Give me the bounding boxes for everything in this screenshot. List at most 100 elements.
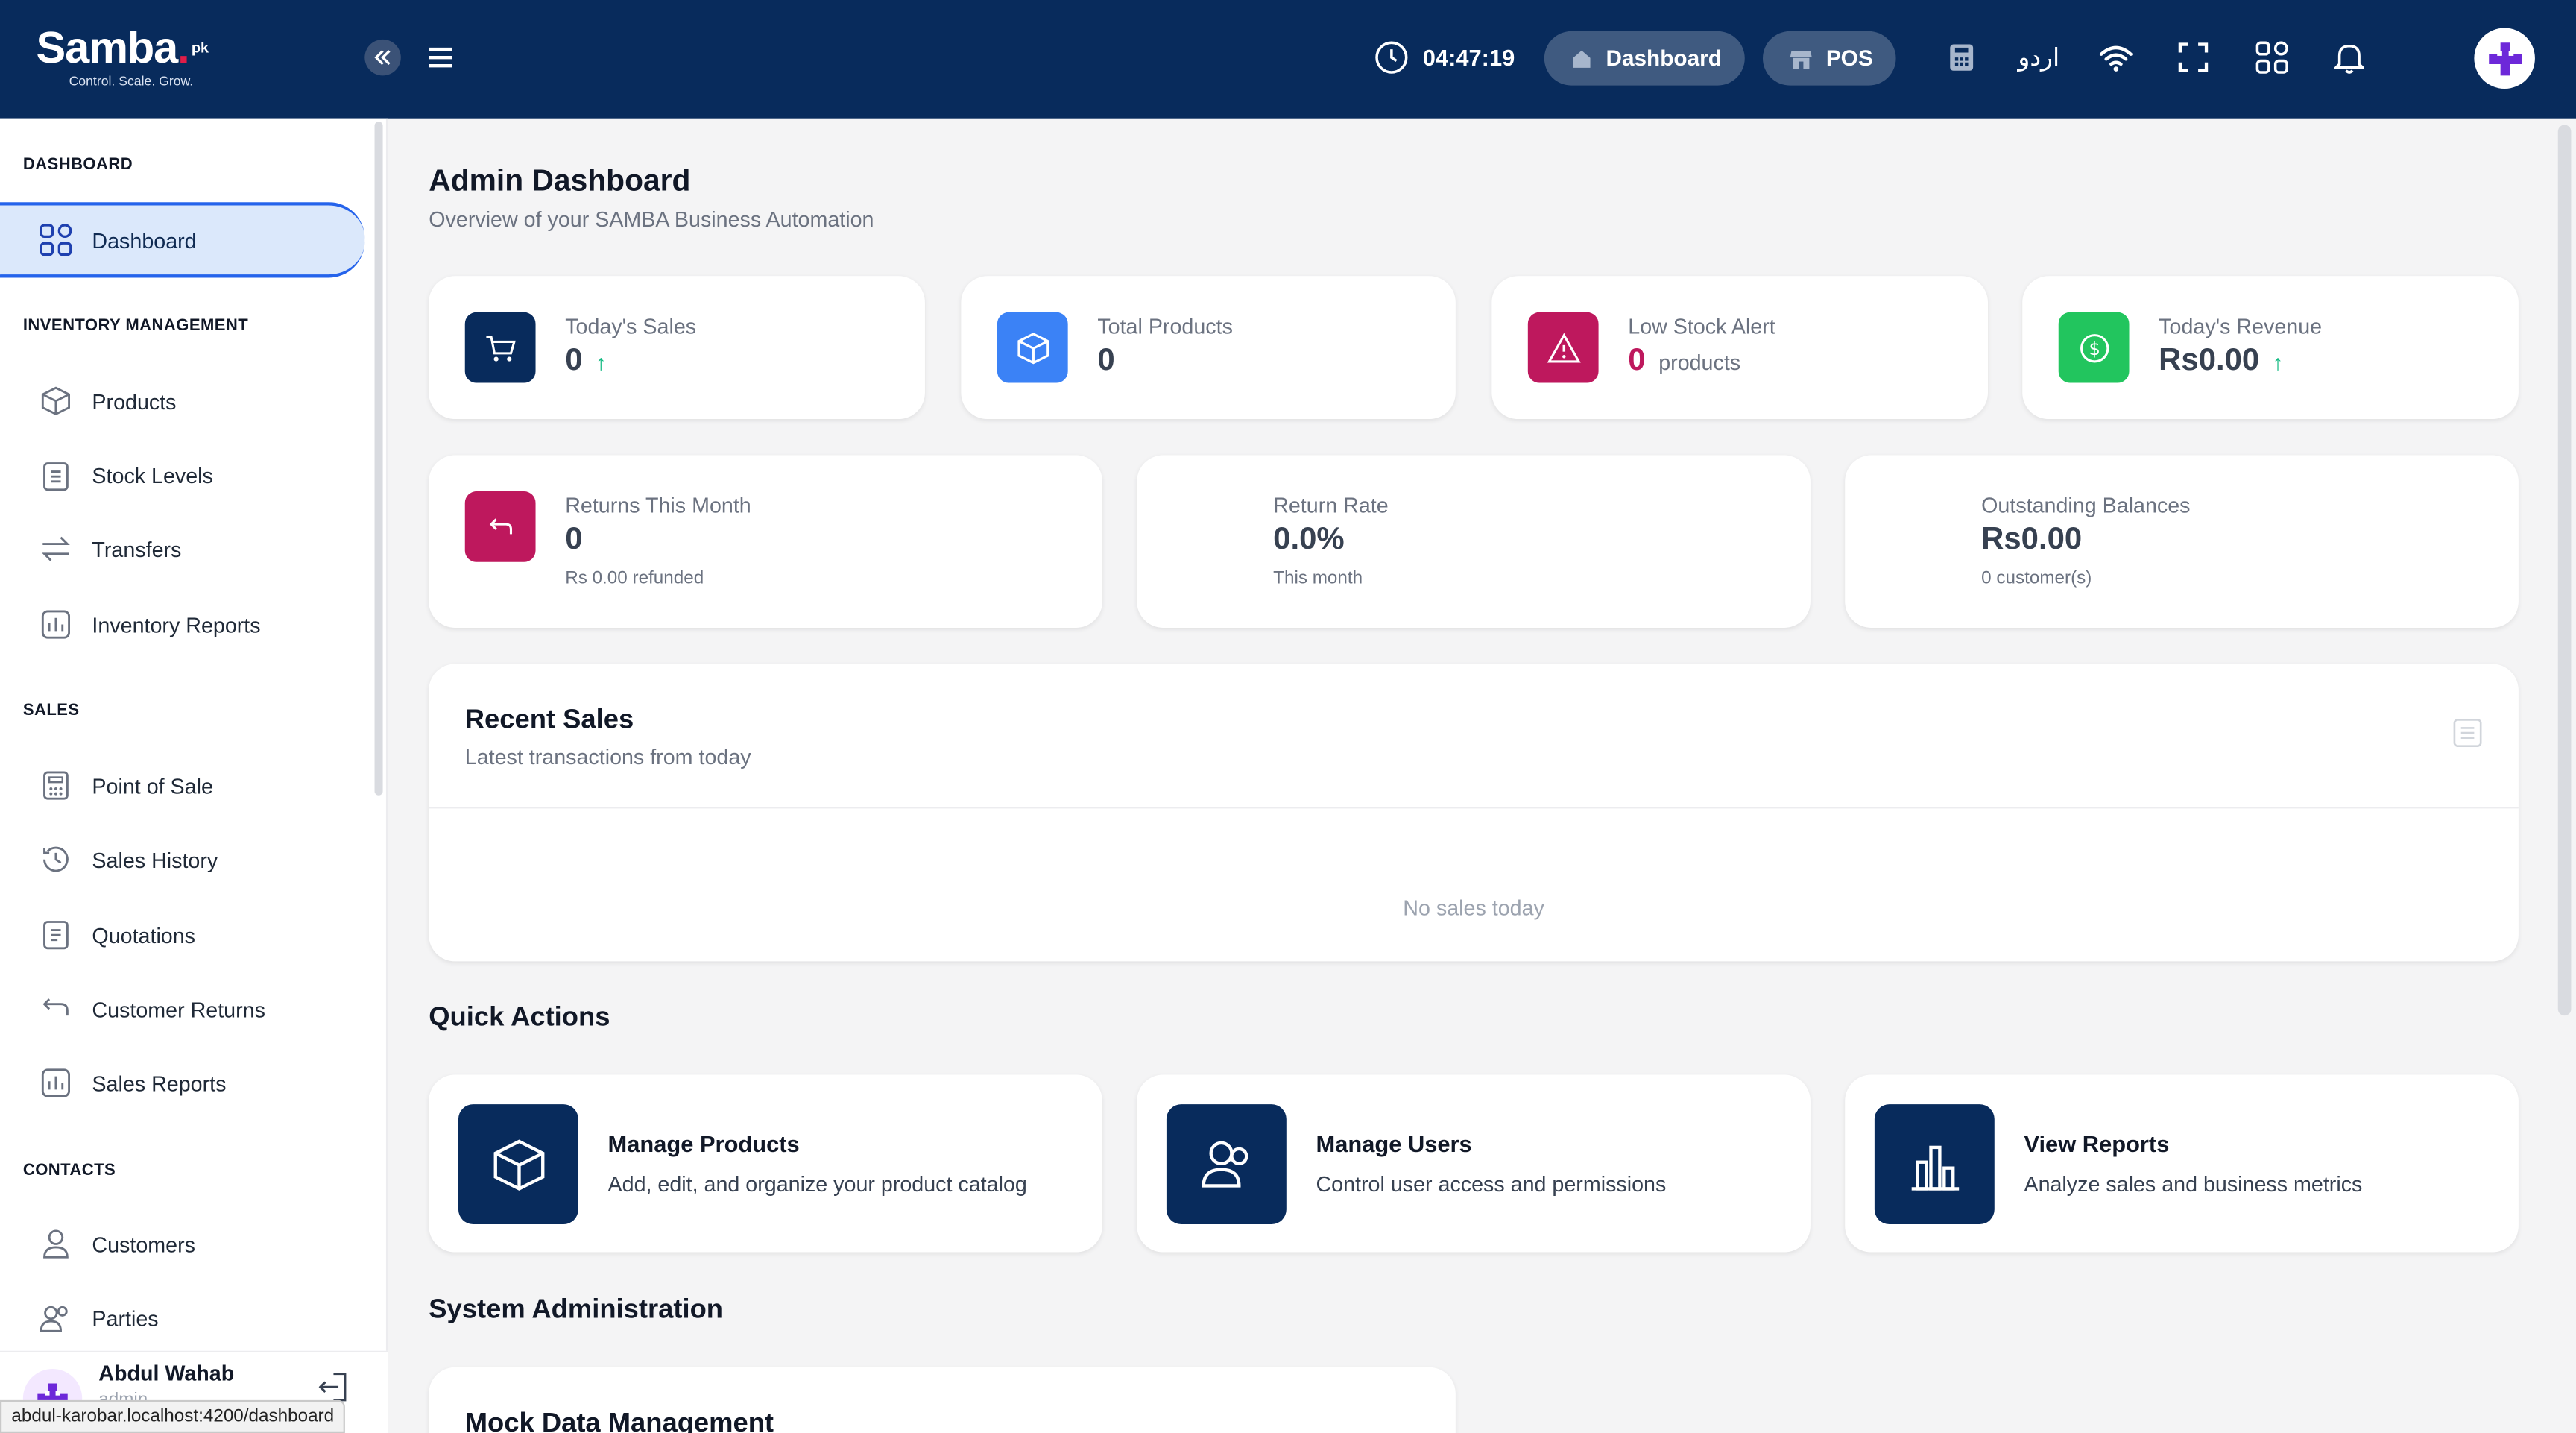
store-icon <box>1790 50 1812 69</box>
stat-value: 0 <box>1097 343 1115 378</box>
sidebar-item-sales-reports[interactable]: Sales Reports <box>0 1045 364 1121</box>
stat-label: Today's Sales <box>565 313 697 339</box>
sidebar-item-products[interactable]: Products <box>0 363 364 438</box>
user-name: Abdul Wahab <box>98 1360 235 1386</box>
recent-sales-card: Recent Sales Latest transactions from to… <box>429 664 2519 962</box>
calculator-icon <box>1950 44 1974 71</box>
sidebar-item-label: Stock Levels <box>92 462 213 488</box>
wifi-button[interactable] <box>2098 40 2134 75</box>
sidebar-item-stock-levels[interactable]: Stock Levels <box>0 437 364 512</box>
mock-data-title: Mock Data Management <box>464 1408 774 1433</box>
stat-label: Total Products <box>1097 313 1233 339</box>
history-icon <box>40 843 72 876</box>
users-icon <box>40 1302 72 1335</box>
stat-card-total-products[interactable]: Total Products 0 <box>961 276 1456 420</box>
clock: 04:47:19 <box>1374 40 1515 75</box>
sidebar-item-sales-history[interactable]: Sales History <box>0 822 364 897</box>
sidebar-item-customers[interactable]: Customers <box>0 1206 364 1282</box>
main-scrollbar[interactable] <box>2557 125 2572 1016</box>
return-arrow-icon <box>464 491 536 562</box>
stat-sub: Rs 0.00 refunded <box>565 568 704 589</box>
sidebar-item-label: Quotations <box>92 922 196 948</box>
box-icon <box>458 1104 578 1225</box>
sidebar-item-label: Inventory Reports <box>92 612 261 637</box>
pos-pill-label: POS <box>1825 45 1873 71</box>
stat-value: 0.0% <box>1273 522 1345 558</box>
quick-action-view-reports[interactable]: View Reports Analyze sales and business … <box>1845 1074 2519 1253</box>
trend-up-icon: ↑ <box>2272 349 2284 374</box>
sidebar-item-inventory-reports[interactable]: Inventory Reports <box>0 587 364 662</box>
sidebar-item-label: Sales History <box>92 847 218 872</box>
home-icon <box>1573 49 1591 67</box>
list-icon <box>2453 719 2482 747</box>
recent-sales-title: Recent Sales <box>464 705 634 735</box>
sidebar-item-transfers[interactable]: Transfers <box>0 511 364 586</box>
user-avatar-button[interactable] <box>2474 28 2535 89</box>
chevrons-left-icon <box>374 50 391 66</box>
stat-label: Low Stock Alert <box>1628 313 1775 339</box>
sidebar-item-point-of-sale[interactable]: Point of Sale <box>0 748 364 823</box>
return-arrow-icon <box>40 992 72 1025</box>
dashboard-pill-button[interactable]: Dashboard <box>1544 31 1745 86</box>
brand-name: Samba <box>36 22 178 72</box>
bell-icon <box>2334 44 2364 74</box>
stat-label: Today's Revenue <box>2159 313 2323 339</box>
dashboard-pill-label: Dashboard <box>1606 45 1722 71</box>
quick-action-desc: Control user access and permissions <box>1316 1171 1667 1197</box>
sidebar-item-label: Parties <box>92 1306 159 1331</box>
sidebar-item-quotations[interactable]: Quotations <box>0 897 364 972</box>
quick-action-manage-products[interactable]: Manage Products Add, edit, and organize … <box>429 1074 1102 1253</box>
pos-pill-button[interactable]: POS <box>1762 31 1896 86</box>
collapse-sidebar-button[interactable] <box>364 39 401 76</box>
samba-logo[interactable]: Samba. pk Control. Scale. Grow. <box>36 22 209 89</box>
quick-action-title: Manage Users <box>1316 1130 1472 1157</box>
stat-value: 0 <box>565 522 583 558</box>
quick-action-title: Manage Products <box>607 1130 800 1157</box>
clock-time: 04:47:19 <box>1422 44 1515 71</box>
quick-action-manage-users[interactable]: Manage Users Control user access and per… <box>1137 1074 1811 1253</box>
stat-card-returns[interactable]: Returns This Month 0 Rs 0.00 refunded <box>429 455 1102 628</box>
stat-sub: This month <box>1273 568 1363 589</box>
section-inventory: INVENTORY MANAGEMENT <box>22 317 249 336</box>
calculator-button[interactable] <box>1943 40 1979 75</box>
bar-chart-icon <box>1874 1104 1995 1225</box>
quick-action-desc: Add, edit, and organize your product cat… <box>607 1171 1027 1197</box>
sidebar-item-label: Dashboard <box>92 227 197 253</box>
brand-tagline: Control. Scale. Grow. <box>69 74 194 89</box>
quick-actions-title: Quick Actions <box>429 1002 610 1033</box>
language-toggle[interactable]: اردو <box>2018 40 2060 75</box>
stat-value: Rs0.00 <box>1981 522 2083 558</box>
dollar-icon: $ <box>2058 312 2130 383</box>
list-view-button[interactable] <box>2453 718 2483 756</box>
stat-value: 0 ↑ <box>565 343 607 378</box>
sidebar-item-label: Point of Sale <box>92 773 213 799</box>
sidebar-item-label: Transfers <box>92 536 182 561</box>
notifications-button[interactable] <box>2332 40 2367 75</box>
stat-card-low-stock[interactable]: Low Stock Alert 0 products <box>1491 276 1988 420</box>
stat-label: Return Rate <box>1273 493 1389 518</box>
recent-sales-subtitle: Latest transactions from today <box>464 744 751 769</box>
hamburger-menu-button[interactable] <box>424 42 457 72</box>
sidebar-item-parties[interactable]: Parties <box>0 1280 364 1355</box>
sidebar-scrollbar[interactable] <box>374 122 383 796</box>
box-icon <box>997 312 1068 383</box>
menu-icon <box>429 47 452 68</box>
stat-card-todays-revenue[interactable]: $ Today's Revenue Rs0.00 ↑ <box>2022 276 2519 420</box>
transfer-arrows-icon <box>40 532 72 565</box>
stat-card-todays-sales[interactable]: Today's Sales 0 ↑ <box>429 276 925 420</box>
warning-icon <box>1527 312 1599 383</box>
sidebar-item-dashboard[interactable]: Dashboard <box>0 202 365 278</box>
stat-card-return-rate[interactable]: Return Rate 0.0% This month <box>1137 455 1811 628</box>
avatar-icon <box>2488 42 2522 75</box>
stat-value: Rs0.00 ↑ <box>2159 343 2284 378</box>
apps-button[interactable] <box>2254 40 2290 75</box>
sidebar-item-customer-returns[interactable]: Customer Returns <box>0 971 364 1047</box>
box-icon <box>40 385 72 418</box>
section-contacts: CONTACTS <box>22 1162 116 1180</box>
fullscreen-button[interactable] <box>2175 40 2211 75</box>
trend-up-icon: ↑ <box>596 349 607 374</box>
sidebar-item-label: Customers <box>92 1231 195 1257</box>
clock-icon <box>1375 41 1408 74</box>
fullscreen-icon <box>2178 42 2209 72</box>
stat-card-outstanding[interactable]: Outstanding Balances Rs0.00 0 customer(s… <box>1845 455 2519 628</box>
